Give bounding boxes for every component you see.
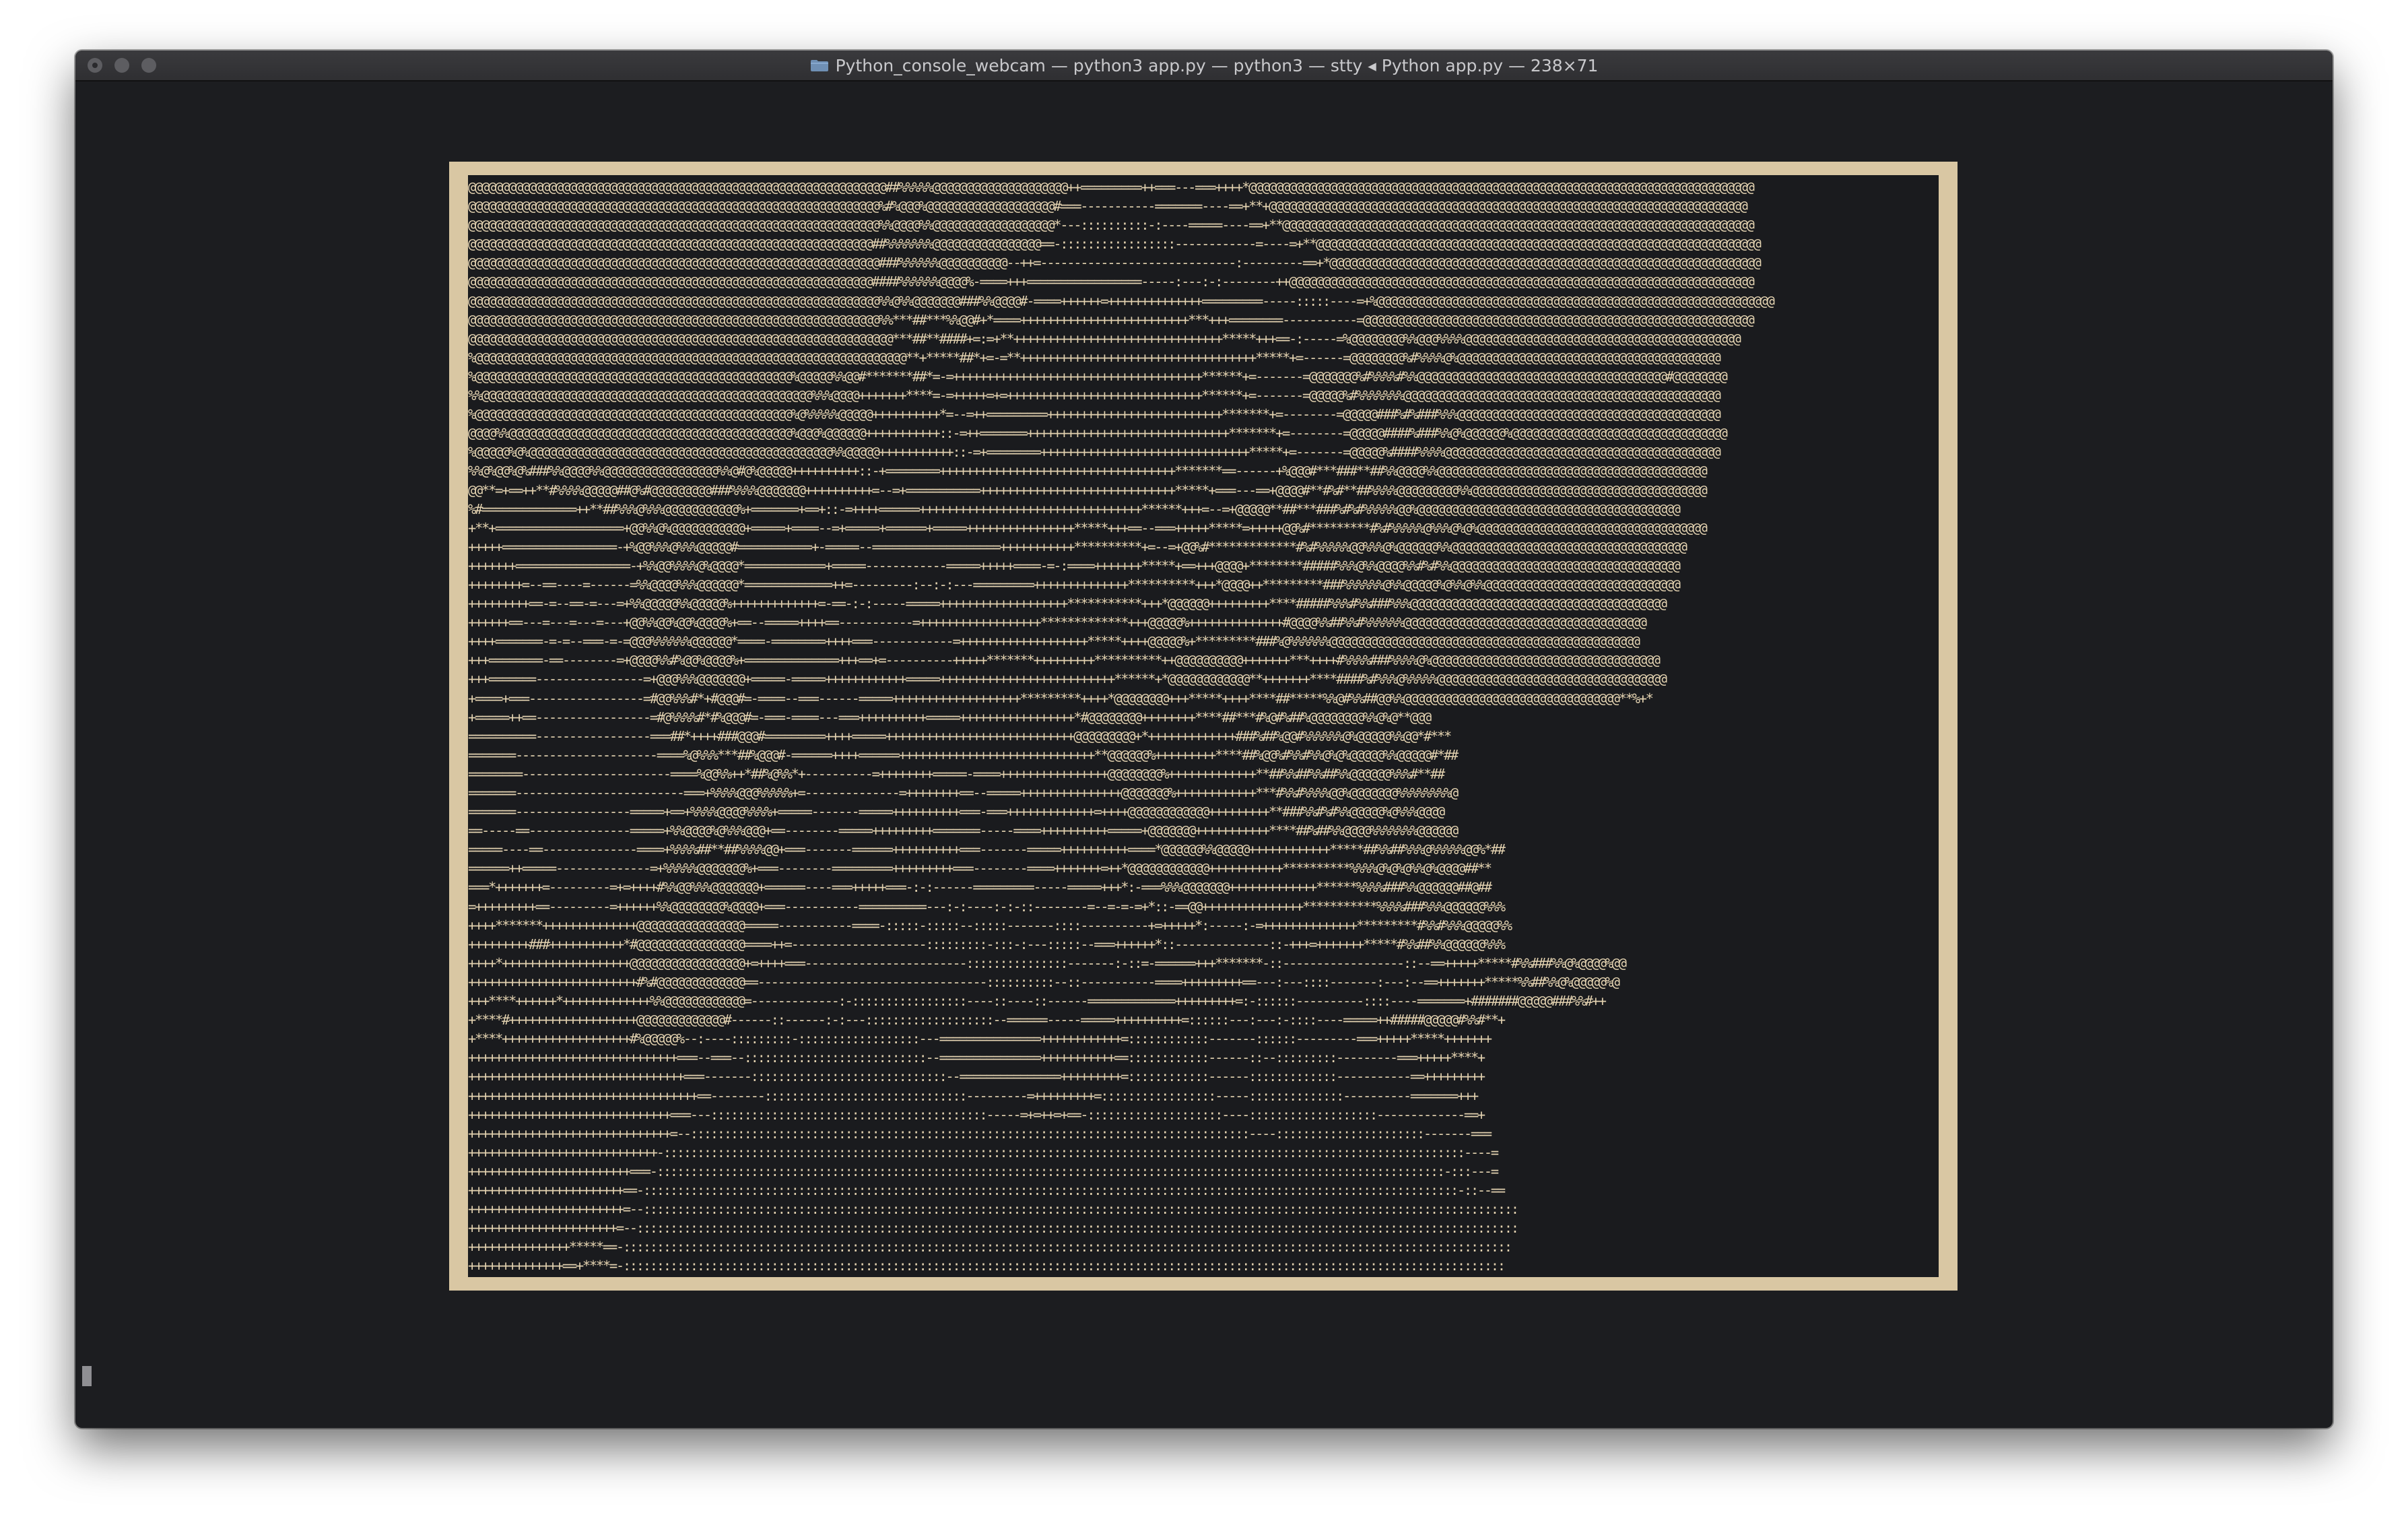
terminal-cursor xyxy=(82,1366,92,1386)
ascii-screen: @@@@@@@@@@@@@@@@@@@@@@@@@@@@@@@@@@@@@@@@… xyxy=(468,175,1939,1277)
window-title: Python_console_webcam — python3 app.py —… xyxy=(835,55,1599,75)
terminal-window: Python_console_webcam — python3 app.py —… xyxy=(75,51,2333,1428)
ascii-art-output: @@@@@@@@@@@@@@@@@@@@@@@@@@@@@@@@@@@@@@@@… xyxy=(468,179,1775,1277)
folder-icon xyxy=(810,60,828,71)
window-title-group: Python_console_webcam — python3 app.py —… xyxy=(75,51,2333,80)
webcam-ascii-frame: @@@@@@@@@@@@@@@@@@@@@@@@@@@@@@@@@@@@@@@@… xyxy=(449,162,1958,1291)
title-bar: Python_console_webcam — python3 app.py —… xyxy=(75,51,2333,82)
